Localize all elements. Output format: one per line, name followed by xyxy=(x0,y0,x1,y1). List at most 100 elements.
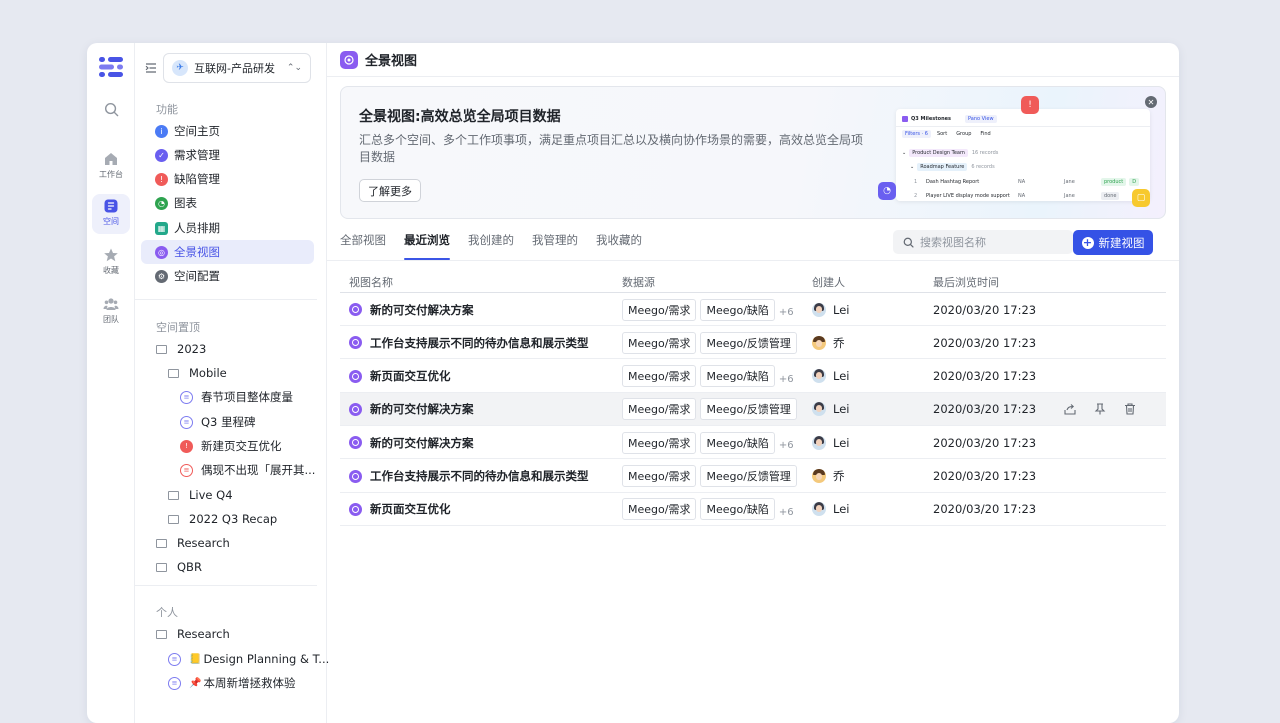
list-icon: ≡ xyxy=(180,390,193,404)
preview-find: Find xyxy=(980,131,991,137)
tree-label: QBR xyxy=(177,560,202,574)
tree-item-q3-milestone[interactable]: ≡ Q3 里程碑 xyxy=(180,411,256,433)
col-header-source: 数据源 xyxy=(622,276,655,289)
table-row[interactable]: 工作台支持展示不同的待办信息和展示类型 Meego/需求 Meego/反馈管理 乔 20… xyxy=(340,460,1166,493)
sidebar-divider xyxy=(135,299,317,300)
table-row[interactable]: 新的可交付解决方案 Meego/需求 Meego/缺陷 +6 Lei 2020/03/20… xyxy=(340,426,1166,460)
sidebar: ✈ 互联网-产品研发 ⌃⌄ 功能 i 空间主页 ✓ 需求管理 ! 缺陷管理 ◔ … xyxy=(135,43,329,723)
avatar xyxy=(812,502,826,517)
cell-creator: Lei xyxy=(812,393,849,426)
cell-creator: Lei xyxy=(812,360,849,393)
tree-folder-mobile[interactable]: Mobile xyxy=(168,362,227,384)
cell-view-name: 新页面交互优化 xyxy=(349,493,451,526)
tree-folder-personal-research[interactable]: Research xyxy=(156,623,230,645)
nav-panorama-view[interactable]: ◎ 全景视图 xyxy=(141,240,314,264)
nav-charts[interactable]: ◔ 图表 xyxy=(141,191,314,215)
rail-search[interactable] xyxy=(92,98,130,138)
nav-defects[interactable]: ! 缺陷管理 xyxy=(141,167,314,191)
rail-label-team: 团队 xyxy=(103,315,119,324)
col-header-creator: 创建人 xyxy=(812,276,845,289)
tree-folder-2023[interactable]: 2023 xyxy=(156,338,206,360)
nav-label: 全景视图 xyxy=(174,245,220,259)
tabs-divider xyxy=(327,260,1179,261)
view-name[interactable]: 新的可交付解决方案 xyxy=(370,302,474,318)
table-row[interactable]: 新的可交付解决方案 Meego/需求 Meego/反馈管理 Lei 2020/03/20… xyxy=(340,392,1166,426)
rail-favorites[interactable]: 收藏 xyxy=(92,243,130,283)
avatar xyxy=(812,302,826,317)
tree-label: 2023 xyxy=(177,342,207,356)
tab-favorites[interactable]: 我收藏的 xyxy=(596,232,642,260)
preview-group-row: ⌄ Product Design Team 16 records xyxy=(902,149,999,157)
view-name[interactable]: 新的可交付解决方案 xyxy=(370,401,474,417)
rail-label-favorites: 收藏 xyxy=(103,266,119,275)
nav-requirements[interactable]: ✓ 需求管理 xyxy=(141,143,314,167)
source-tag: Meego/缺陷 xyxy=(700,431,775,454)
folder-icon xyxy=(156,629,167,639)
pin-icon[interactable] xyxy=(1085,403,1115,415)
star-icon xyxy=(104,248,118,262)
tree-item-spring-metrics[interactable]: ≡ 春节项目整体度量 xyxy=(180,386,293,408)
learn-more-button[interactable]: 了解更多 xyxy=(359,179,421,202)
preview-row: 1 Dash Hashtag Report NA Jane product D xyxy=(914,178,1140,186)
new-view-button[interactable]: + 新建视图 xyxy=(1073,230,1153,255)
page-title: 全景视图 xyxy=(365,54,418,69)
rail-space[interactable]: 空间 xyxy=(92,194,130,234)
calendar-icon: ▦ xyxy=(155,221,168,235)
source-tag: Meego/缺陷 xyxy=(700,498,775,521)
nav-schedule[interactable]: ▦ 人员排期 xyxy=(141,216,314,240)
view-name[interactable]: 工作台支持展示不同的待办信息和展示类型 xyxy=(370,468,589,484)
table-row[interactable]: 工作台支持展示不同的待办信息和展示类型 Meego/需求 Meego/反馈管理 乔 20… xyxy=(340,326,1166,360)
col-header-name: 视图名称 xyxy=(349,276,393,289)
source-tag: Meego/反馈管理 xyxy=(700,331,797,354)
delete-icon[interactable] xyxy=(1115,403,1145,415)
tree-label: Design Planning & T... xyxy=(203,652,330,666)
source-tag: Meego/需求 xyxy=(622,498,697,521)
share-icon[interactable] xyxy=(1055,403,1085,415)
nav-label: 图表 xyxy=(174,196,197,210)
source-more-count[interactable]: +6 xyxy=(779,307,794,318)
tree-label: 新建页交互优化 xyxy=(201,439,282,453)
tree-item-design-planning[interactable]: ≡ 📒 Design Planning & T... xyxy=(168,648,329,670)
source-more-count[interactable]: +6 xyxy=(779,374,794,385)
search-input[interactable] xyxy=(920,235,1060,249)
close-icon[interactable]: ✕ xyxy=(1145,96,1157,108)
tree-item-bug[interactable]: ≡ 偶现不出现「展开其... xyxy=(180,459,315,481)
cell-view-name: 工作台支持展示不同的待办信息和展示类型 xyxy=(349,460,589,493)
view-name[interactable]: 新的可交付解决方案 xyxy=(370,435,474,451)
table-row[interactable]: 新页面交互优化 Meego/需求 Meego/缺陷 +6 Lei 2020/03/20 1… xyxy=(340,493,1166,526)
workspace-select[interactable]: ✈ 互联网-产品研发 ⌃⌄ xyxy=(163,53,311,83)
tab-recent[interactable]: 最近浏览 xyxy=(404,232,450,260)
search-box[interactable] xyxy=(893,230,1073,254)
view-name[interactable]: 工作台支持展示不同的待办信息和展示类型 xyxy=(370,335,589,351)
creator-name: Lei xyxy=(833,369,850,384)
alert-badge-icon: ! xyxy=(1021,96,1039,114)
source-more-count[interactable]: +6 xyxy=(779,440,794,451)
source-tag: Meego/反馈管理 xyxy=(700,398,797,421)
tree-folder-live-q4[interactable]: Live Q4 xyxy=(168,484,233,506)
source-more-count[interactable]: +6 xyxy=(779,507,794,518)
table-row[interactable]: 新页面交互优化 Meego/需求 Meego/缺陷 +6 Lei 2020/03/20 1… xyxy=(340,360,1166,393)
creator-name: 乔 xyxy=(833,335,845,350)
tree-label: 偶现不出现「展开其... xyxy=(201,463,316,477)
preview-header: Q3 Milestones Pano View xyxy=(902,115,997,123)
table-row[interactable]: 新的可交付解决方案 Meego/需求 Meego/缺陷 +6 Lei 2020/03/20… xyxy=(340,293,1166,326)
globe-icon xyxy=(349,303,362,316)
nav-space-config[interactable]: ⚙ 空间配置 xyxy=(141,264,314,288)
rail-workbench[interactable]: 工作台 xyxy=(92,147,130,187)
collapse-sidebar-icon[interactable] xyxy=(145,62,157,74)
nav-space-home[interactable]: i 空间主页 xyxy=(141,119,314,143)
view-name[interactable]: 新页面交互优化 xyxy=(370,501,451,517)
tab-managed-by-me[interactable]: 我管理的 xyxy=(532,232,578,260)
rail-team[interactable]: 团队 xyxy=(92,292,130,332)
tree-item-new-page[interactable]: ! 新建页交互优化 xyxy=(180,435,282,457)
banner-preview-image: Q3 Milestones Pano View Filters · 6 Sort… xyxy=(896,109,1150,201)
note-badge-icon: ▢ xyxy=(1132,189,1150,207)
globe-icon xyxy=(349,502,362,516)
tree-folder-qbr[interactable]: QBR xyxy=(156,556,202,578)
view-name[interactable]: 新页面交互优化 xyxy=(370,368,451,384)
tree-folder-2022-q3[interactable]: 2022 Q3 Recap xyxy=(168,508,277,530)
tab-created-by-me[interactable]: 我创建的 xyxy=(468,232,514,260)
tree-folder-research[interactable]: Research xyxy=(156,532,230,554)
tab-all-views[interactable]: 全部视图 xyxy=(340,232,386,260)
tree-item-weekly-rescue[interactable]: ≡ 📌 本周新增拯救体验 xyxy=(168,672,295,694)
